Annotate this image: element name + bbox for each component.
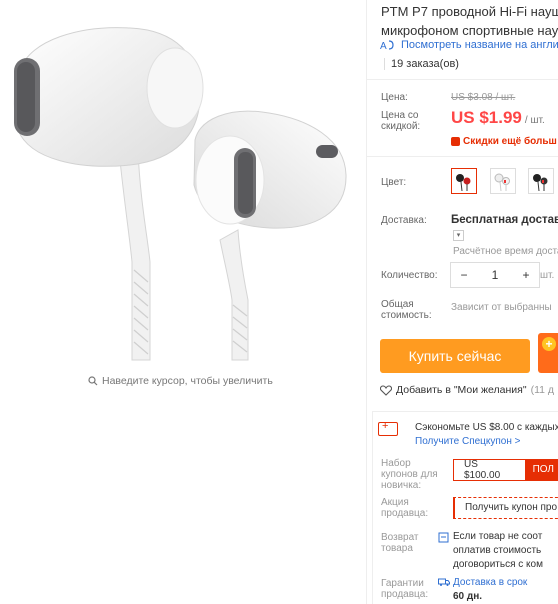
coupon-save-text: Сэкономьте US $8.00 с каждых <box>415 422 558 433</box>
newbie-label-line-2: купонов для <box>381 469 438 480</box>
title-line-1: PTM P7 проводной Hi-Fi наушн <box>381 4 558 19</box>
newbie-label-line-1: Набор <box>381 458 411 469</box>
product-info-panel: PTM P7 проводной Hi-Fi наушн микрофоном … <box>366 0 558 604</box>
newbie-label-line-3: новичка: <box>381 480 422 491</box>
store-label-line-2: продавца: <box>381 508 429 519</box>
chevron-down-icon[interactable]: ▾ <box>453 230 464 241</box>
current-price: US $1.99/ шт. <box>451 108 545 128</box>
product-gallery[interactable]: Наведите курсор, чтобы увеличить <box>0 0 366 604</box>
total-label-line-2: стоимость: <box>381 310 432 321</box>
plus-icon: + <box>542 337 556 351</box>
discount-label-line-2: скидкой: <box>381 121 421 132</box>
quantity-value[interactable]: 1 <box>482 268 508 282</box>
guarantee-text-line-1: Доставка в срок <box>453 577 528 588</box>
store-promo-label: Акция продавца: <box>381 497 428 519</box>
total-label-line-1: Общая <box>381 299 414 310</box>
price-unit: / шт. <box>524 115 545 126</box>
guarantee-text: Доставка в срок 60 дн. <box>453 576 527 604</box>
zoom-hint: Наведите курсор, чтобы увеличить <box>88 375 273 387</box>
color-swatch-white[interactable] <box>490 168 516 194</box>
discount-label-line-1: Цена со <box>381 110 419 121</box>
returns-label-line-1: Возврат <box>381 532 419 543</box>
earphones-white-icon <box>494 173 510 192</box>
translate-link-text: Посмотреть название на англи <box>401 39 558 51</box>
newbie-coupon-amount: US $100.00 <box>464 459 501 481</box>
newbie-coupon-label: Набор купонов для новичка: <box>381 458 438 491</box>
newbie-coupon-get-button[interactable]: ПОЛ <box>524 459 558 481</box>
more-discounts-text: Скидки ещё больш <box>463 136 557 147</box>
wishlist-text: Добавить в "Мои желания" <box>396 384 527 396</box>
wishlist-link[interactable]: Добавить в "Мои желания" (11 д <box>380 384 554 396</box>
guarantee-label-line-1: Гарантии <box>381 578 424 589</box>
newbie-coupon-tag[interactable]: US $100.00 ПОЛ <box>453 459 558 481</box>
color-swatch-black-red[interactable] <box>451 168 477 194</box>
heart-icon <box>380 384 392 396</box>
quantity-label: Количество: <box>381 270 438 281</box>
quantity-stepper[interactable]: − 1 + <box>450 262 540 288</box>
shipping-method[interactable]: Бесплатная доставка <box>451 214 558 226</box>
more-discounts-link[interactable]: Скидки ещё больш <box>451 136 557 147</box>
guarantee-label-line-2: продавца: <box>381 589 429 600</box>
total-note: Зависит от выбранны <box>451 302 552 313</box>
product-image[interactable] <box>0 0 366 370</box>
discount-tag-icon <box>451 137 460 146</box>
returns-text-line-2: оплатив стоимость <box>453 545 542 556</box>
buy-now-button[interactable]: Купить сейчас <box>380 339 530 373</box>
total-label: Общая стоимость: <box>381 299 432 321</box>
shipping-eta: Расчётное время доста <box>453 246 558 257</box>
guarantee-label: Гарантии продавца: <box>381 578 428 600</box>
translate-title-link[interactable]: A Посмотреть название на англи <box>380 39 558 51</box>
svg-text:A: A <box>380 41 387 51</box>
divider <box>366 79 558 80</box>
divider <box>366 156 558 157</box>
magnifier-icon <box>88 376 98 386</box>
earphones-black-red-icon <box>456 174 471 192</box>
store-label-line-1: Акция <box>381 497 409 508</box>
current-price-value: US $1.99 <box>451 108 522 127</box>
product-title: PTM P7 проводной Hi-Fi наушн микрофоном … <box>381 2 558 40</box>
quantity-minus-button[interactable]: − <box>451 268 477 282</box>
price-label: Цена: <box>381 92 408 103</box>
zoom-hint-text: Наведите курсор, чтобы увеличить <box>102 375 273 387</box>
orders-count: 19 заказа(ов) <box>384 58 459 70</box>
old-price: US $3.08 / шт. <box>451 92 516 103</box>
returns-label-line-2: товара <box>381 543 413 554</box>
store-coupon-button[interactable]: Получить купон про <box>453 497 558 519</box>
special-coupon-link[interactable]: Получите Спецкупон > <box>415 435 558 449</box>
return-icon <box>438 532 449 543</box>
translate-icon: A <box>380 40 394 51</box>
returns-text: Если товар не соот оплатив стоимость дог… <box>453 530 543 572</box>
coupon-offer: Сэкономьте US $8.00 с каждых Получите Сп… <box>415 421 558 449</box>
coupon-icon <box>378 420 398 436</box>
discount-price-label: Цена со скидкой: <box>381 110 420 132</box>
guarantee-text-line-2: 60 дн. <box>453 591 483 602</box>
add-to-cart-button[interactable]: + <box>538 333 558 373</box>
wishlist-count: (11 д <box>530 384 555 396</box>
returns-text-line-1: Если товар не соот <box>453 531 543 542</box>
color-swatch-black[interactable] <box>528 168 554 194</box>
color-label: Цвет: <box>381 177 407 188</box>
returns-text-line-3: договориться с ком <box>453 559 543 570</box>
returns-label: Возврат товара <box>381 532 419 554</box>
delivery-icon <box>438 578 450 586</box>
shipping-label: Доставка: <box>381 215 427 226</box>
quantity-unit: шт. <box>540 270 555 281</box>
earphones-black-icon <box>533 174 548 192</box>
quantity-plus-button[interactable]: + <box>513 268 539 282</box>
title-line-2: микрофоном спортивные науш <box>381 23 558 38</box>
